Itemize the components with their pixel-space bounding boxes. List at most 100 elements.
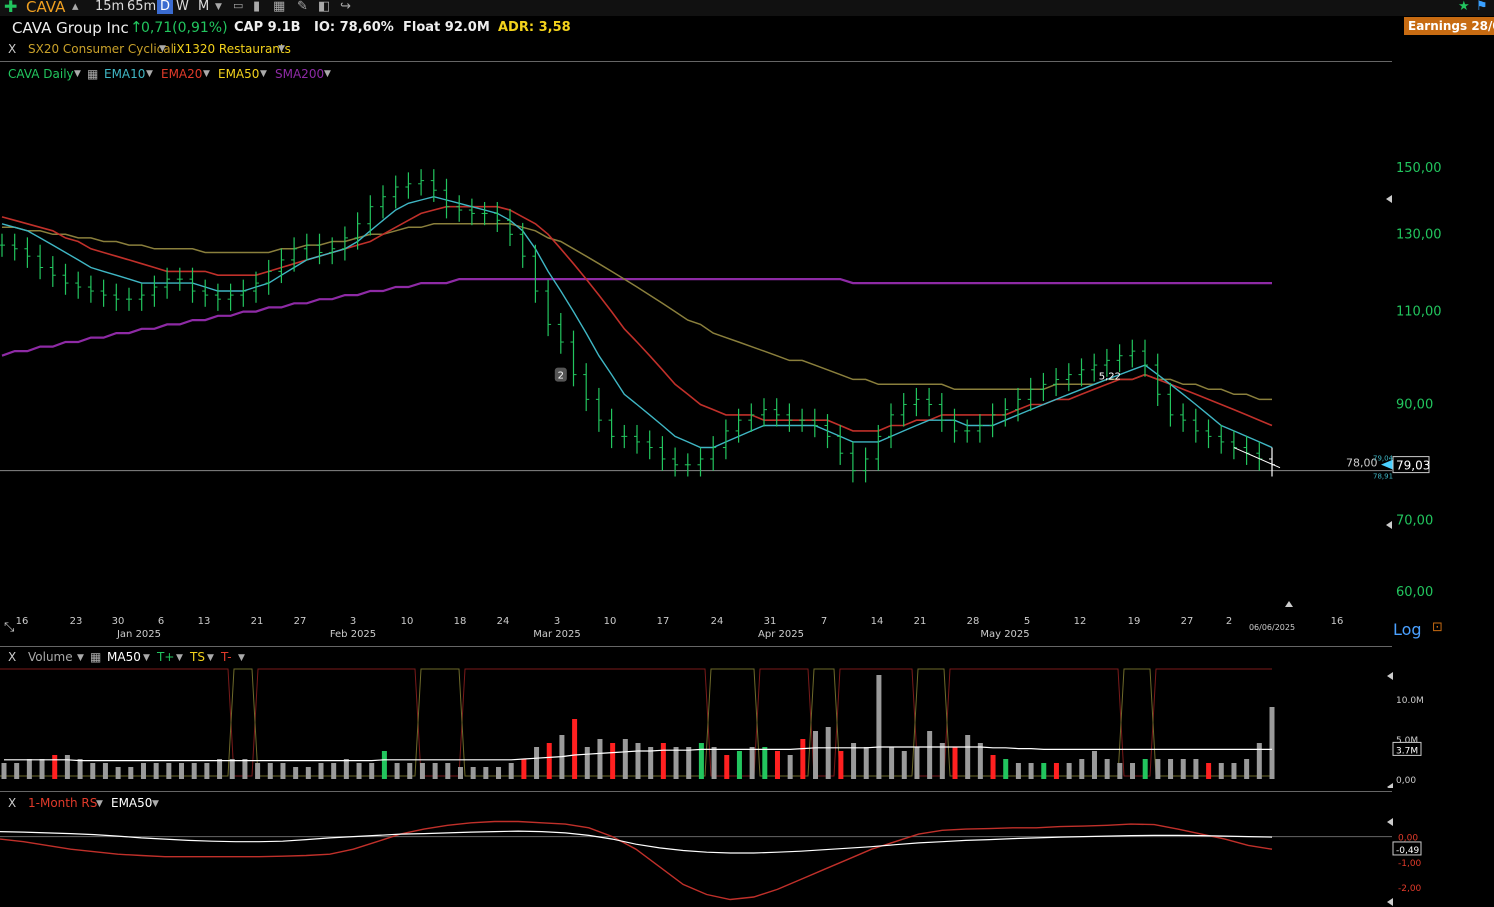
volume-bar	[1053, 763, 1059, 779]
volume-scroll-down-icon[interactable]	[1387, 783, 1393, 788]
interval-menu-caret[interactable]: ▼	[215, 2, 222, 12]
interval-weekly[interactable]: W	[176, 0, 189, 14]
ema20-caret[interactable]: ▼	[203, 69, 210, 79]
month-label: Mar 2025	[533, 629, 581, 640]
chart-tools-icon[interactable]: ⤡	[4, 620, 14, 635]
volume-bar	[496, 767, 502, 779]
legend-ema10[interactable]: EMA10	[104, 67, 145, 81]
interval-15m[interactable]: 15m	[95, 0, 124, 14]
axis-scroll-up-icon[interactable]	[1386, 195, 1392, 203]
industry-label[interactable]: iX1320 Restaurants	[173, 42, 291, 56]
month-label: Jan 2025	[116, 629, 161, 640]
volume-table-icon[interactable]: ▦	[90, 650, 101, 664]
calculator-icon[interactable]: ▦	[273, 0, 285, 14]
series-label[interactable]: CAVA Daily	[8, 67, 74, 81]
volume-bar	[1015, 763, 1021, 779]
volume-bar	[128, 767, 134, 779]
ma50-caret[interactable]: ▼	[143, 653, 150, 663]
bars-icon[interactable]: ▮	[253, 0, 260, 14]
volume-bar	[635, 743, 641, 779]
rs-line	[0, 820, 1273, 901]
volume-last-label: 3.7M	[1396, 746, 1418, 756]
date-tick: 3	[350, 616, 356, 627]
volume-bar	[597, 739, 603, 779]
sector-label[interactable]: SX20 Consumer Cyclical	[28, 42, 174, 56]
volume-bar	[1142, 759, 1148, 779]
rs-caret[interactable]: ▼	[96, 799, 103, 809]
volume-legend: X Volume ▼ ▦ MA50 ▼ T+ ▼ TS ▼ T- ▼	[0, 650, 400, 666]
volume-bar	[242, 759, 248, 779]
layers-icon[interactable]: ◧	[318, 0, 330, 14]
date-tick: 21	[251, 616, 264, 627]
date-tick: 31	[764, 616, 777, 627]
volume-bar	[1079, 759, 1085, 779]
volume-bar	[1218, 763, 1224, 779]
tc-icon[interactable]: ▭	[233, 0, 243, 12]
price-tick-label: 150,00	[1396, 161, 1442, 176]
rs-close-button[interactable]: X	[8, 796, 16, 810]
ticker-symbol[interactable]: CAVA	[26, 0, 65, 16]
table-icon[interactable]: ▦	[87, 67, 98, 81]
volume-bar	[927, 731, 933, 779]
volume-bar	[115, 767, 121, 779]
date-tick: 12	[1074, 616, 1087, 627]
ema50-caret[interactable]: ▼	[260, 69, 267, 79]
log-toggle[interactable]: Log	[1393, 620, 1422, 639]
rs-ema50[interactable]: EMA50	[111, 796, 152, 810]
tplus-caret[interactable]: ▼	[176, 653, 183, 663]
volume-close-button[interactable]: X	[8, 650, 16, 664]
month-label: Apr 2025	[758, 629, 804, 640]
earnings-badge[interactable]: Earnings 28/0	[1404, 17, 1494, 35]
rs-last-label: -0,49	[1396, 846, 1420, 856]
volume-bar	[1206, 763, 1212, 779]
ts-caret[interactable]: ▼	[207, 653, 214, 663]
flag-icon[interactable]: ⚑	[1476, 0, 1488, 14]
sector-close-button[interactable]: X	[8, 42, 16, 56]
industry-caret[interactable]: ▼	[278, 44, 285, 54]
rs-title[interactable]: 1-Month RS	[28, 796, 97, 810]
volume-bar	[140, 763, 146, 779]
star-icon[interactable]: ★	[1458, 0, 1470, 14]
interval-monthly[interactable]: M	[198, 0, 209, 14]
volume-caret[interactable]: ▼	[77, 653, 84, 663]
volume-bar	[851, 743, 857, 779]
sector-bar: X SX20 Consumer Cyclical ▼ iX1320 Restau…	[0, 41, 1392, 62]
sma200-caret[interactable]: ▼	[324, 69, 331, 79]
interval-65m[interactable]: 65m	[127, 0, 156, 14]
volume-bar	[1269, 707, 1275, 779]
rs-scroll-down-icon[interactable]	[1387, 898, 1393, 906]
volume-title[interactable]: Volume	[28, 650, 73, 664]
volume-ts[interactable]: TS	[190, 650, 205, 664]
date-tick: 28	[967, 616, 980, 627]
interval-daily[interactable]: D	[157, 0, 174, 14]
share-icon[interactable]: ↪	[340, 0, 351, 14]
sector-caret[interactable]: ▼	[159, 44, 166, 54]
rs-scroll-up-icon[interactable]	[1387, 818, 1393, 826]
volume-tminus[interactable]: T-	[221, 650, 232, 664]
volume-scroll-up-icon[interactable]	[1387, 672, 1393, 680]
legend-ema20[interactable]: EMA20	[161, 67, 202, 81]
axis-scroll-down-icon[interactable]	[1386, 521, 1392, 529]
pencil-icon[interactable]: ✎	[297, 0, 308, 14]
shield-icon[interactable]: ▴	[72, 0, 79, 14]
legend-sma200[interactable]: SMA200	[275, 67, 324, 81]
volume-bar	[331, 763, 337, 779]
volume-ma50[interactable]: MA50	[107, 650, 141, 664]
ema10-caret[interactable]: ▼	[146, 69, 153, 79]
rs-chart[interactable]: 0,00-1,00-2,00-0,49	[0, 812, 1494, 907]
lock-icon[interactable]: ⊡	[1432, 620, 1443, 635]
rs-ema-caret[interactable]: ▼	[152, 799, 159, 809]
adr: ADR: 3,58	[498, 20, 571, 35]
volume-chart[interactable]: 10.0M5.0M0,003.7M	[0, 666, 1494, 788]
legend-ema50[interactable]: EMA50	[218, 67, 259, 81]
ema20-line	[1, 205, 1273, 432]
tminus-caret[interactable]: ▼	[238, 653, 245, 663]
price-tick-label: 130,00	[1396, 227, 1442, 242]
series-caret[interactable]: ▼	[74, 69, 81, 79]
expand-icon[interactable]	[1285, 601, 1293, 607]
price-chart[interactable]: 150,00 130,00 110,00 90,00 70,00 60,00 79,0378…	[0, 84, 1494, 644]
volume-bar	[698, 743, 704, 779]
add-icon[interactable]: ✚	[4, 0, 17, 16]
volume-bar	[26, 759, 32, 779]
volume-tplus[interactable]: T+	[157, 650, 174, 664]
